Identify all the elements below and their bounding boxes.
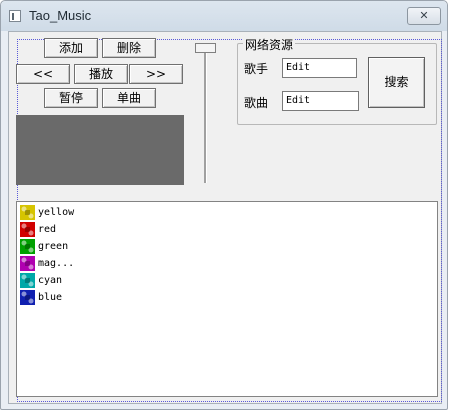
swatch-shape xyxy=(20,289,35,305)
singer-input[interactable]: Edit xyxy=(282,58,357,78)
swatch-center xyxy=(25,243,30,249)
list-item-label: cyan xyxy=(38,274,63,286)
list-item[interactable]: yellow xyxy=(20,204,74,220)
color-swatch-icon xyxy=(20,238,35,254)
swatch-shape xyxy=(20,204,35,220)
list-item[interactable]: blue xyxy=(20,289,62,305)
list-item[interactable]: cyan xyxy=(20,272,62,288)
list-item[interactable]: mag... xyxy=(20,255,74,271)
list-item[interactable]: red xyxy=(20,221,56,237)
prev-button[interactable]: << xyxy=(16,64,70,84)
delete-button[interactable]: 删除 xyxy=(102,38,156,58)
song-input[interactable]: Edit xyxy=(282,91,359,111)
color-swatch-icon xyxy=(20,221,35,237)
list-item-label: green xyxy=(38,240,69,252)
volume-slider-track[interactable] xyxy=(204,43,207,183)
list-item-label: red xyxy=(38,223,57,235)
close-button[interactable]: ✕ xyxy=(407,7,441,25)
pause-button[interactable]: 暂停 xyxy=(44,88,98,108)
swatch-shape xyxy=(20,238,35,254)
swatch-center xyxy=(25,277,30,283)
search-button[interactable]: 搜索 xyxy=(368,57,425,108)
swatch-center xyxy=(25,294,30,300)
color-swatch-icon xyxy=(20,255,35,271)
network-group-title: 网络资源 xyxy=(243,36,296,53)
swatch-shape xyxy=(20,272,35,288)
swatch-shape xyxy=(20,221,35,237)
swatch-center xyxy=(25,209,30,215)
window-title: Tao_Music xyxy=(29,8,92,23)
single-mode-button[interactable]: 单曲 xyxy=(102,88,156,108)
singer-label: 歌手 xyxy=(244,62,269,76)
list-item-label: blue xyxy=(38,291,63,303)
add-button[interactable]: 添加 xyxy=(44,38,98,58)
volume-slider-thumb[interactable] xyxy=(195,43,216,53)
title-bar[interactable]: Tao_Music ✕ xyxy=(1,1,447,31)
swatch-center xyxy=(25,226,30,232)
swatch-shape xyxy=(20,255,35,271)
close-icon: ✕ xyxy=(419,9,429,22)
color-swatch-icon xyxy=(20,272,35,288)
app-window: Tao_Music ✕ 添加 删除 << 播放 >> 暂停 单曲 网络资源 歌手… xyxy=(0,0,448,410)
play-button[interactable]: 播放 xyxy=(74,64,128,84)
list-item[interactable]: green xyxy=(20,238,68,254)
playlist-listbox[interactable]: yellow red green mag... cyan blue xyxy=(16,201,438,397)
app-icon xyxy=(9,10,21,22)
next-button[interactable]: >> xyxy=(129,64,183,84)
list-item-label: mag... xyxy=(38,257,75,269)
color-swatch-icon xyxy=(20,204,35,220)
swatch-center xyxy=(25,260,30,266)
list-item-label: yellow xyxy=(38,206,75,218)
color-swatch-icon xyxy=(20,289,35,305)
song-label: 歌曲 xyxy=(244,96,269,110)
video-area xyxy=(16,115,184,185)
